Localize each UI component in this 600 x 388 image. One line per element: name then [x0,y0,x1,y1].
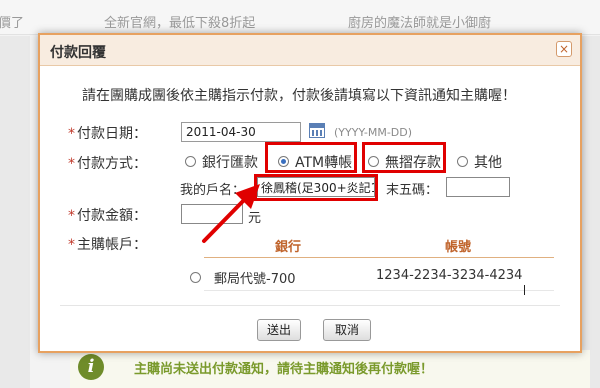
annotation-arrow [202,184,260,243]
